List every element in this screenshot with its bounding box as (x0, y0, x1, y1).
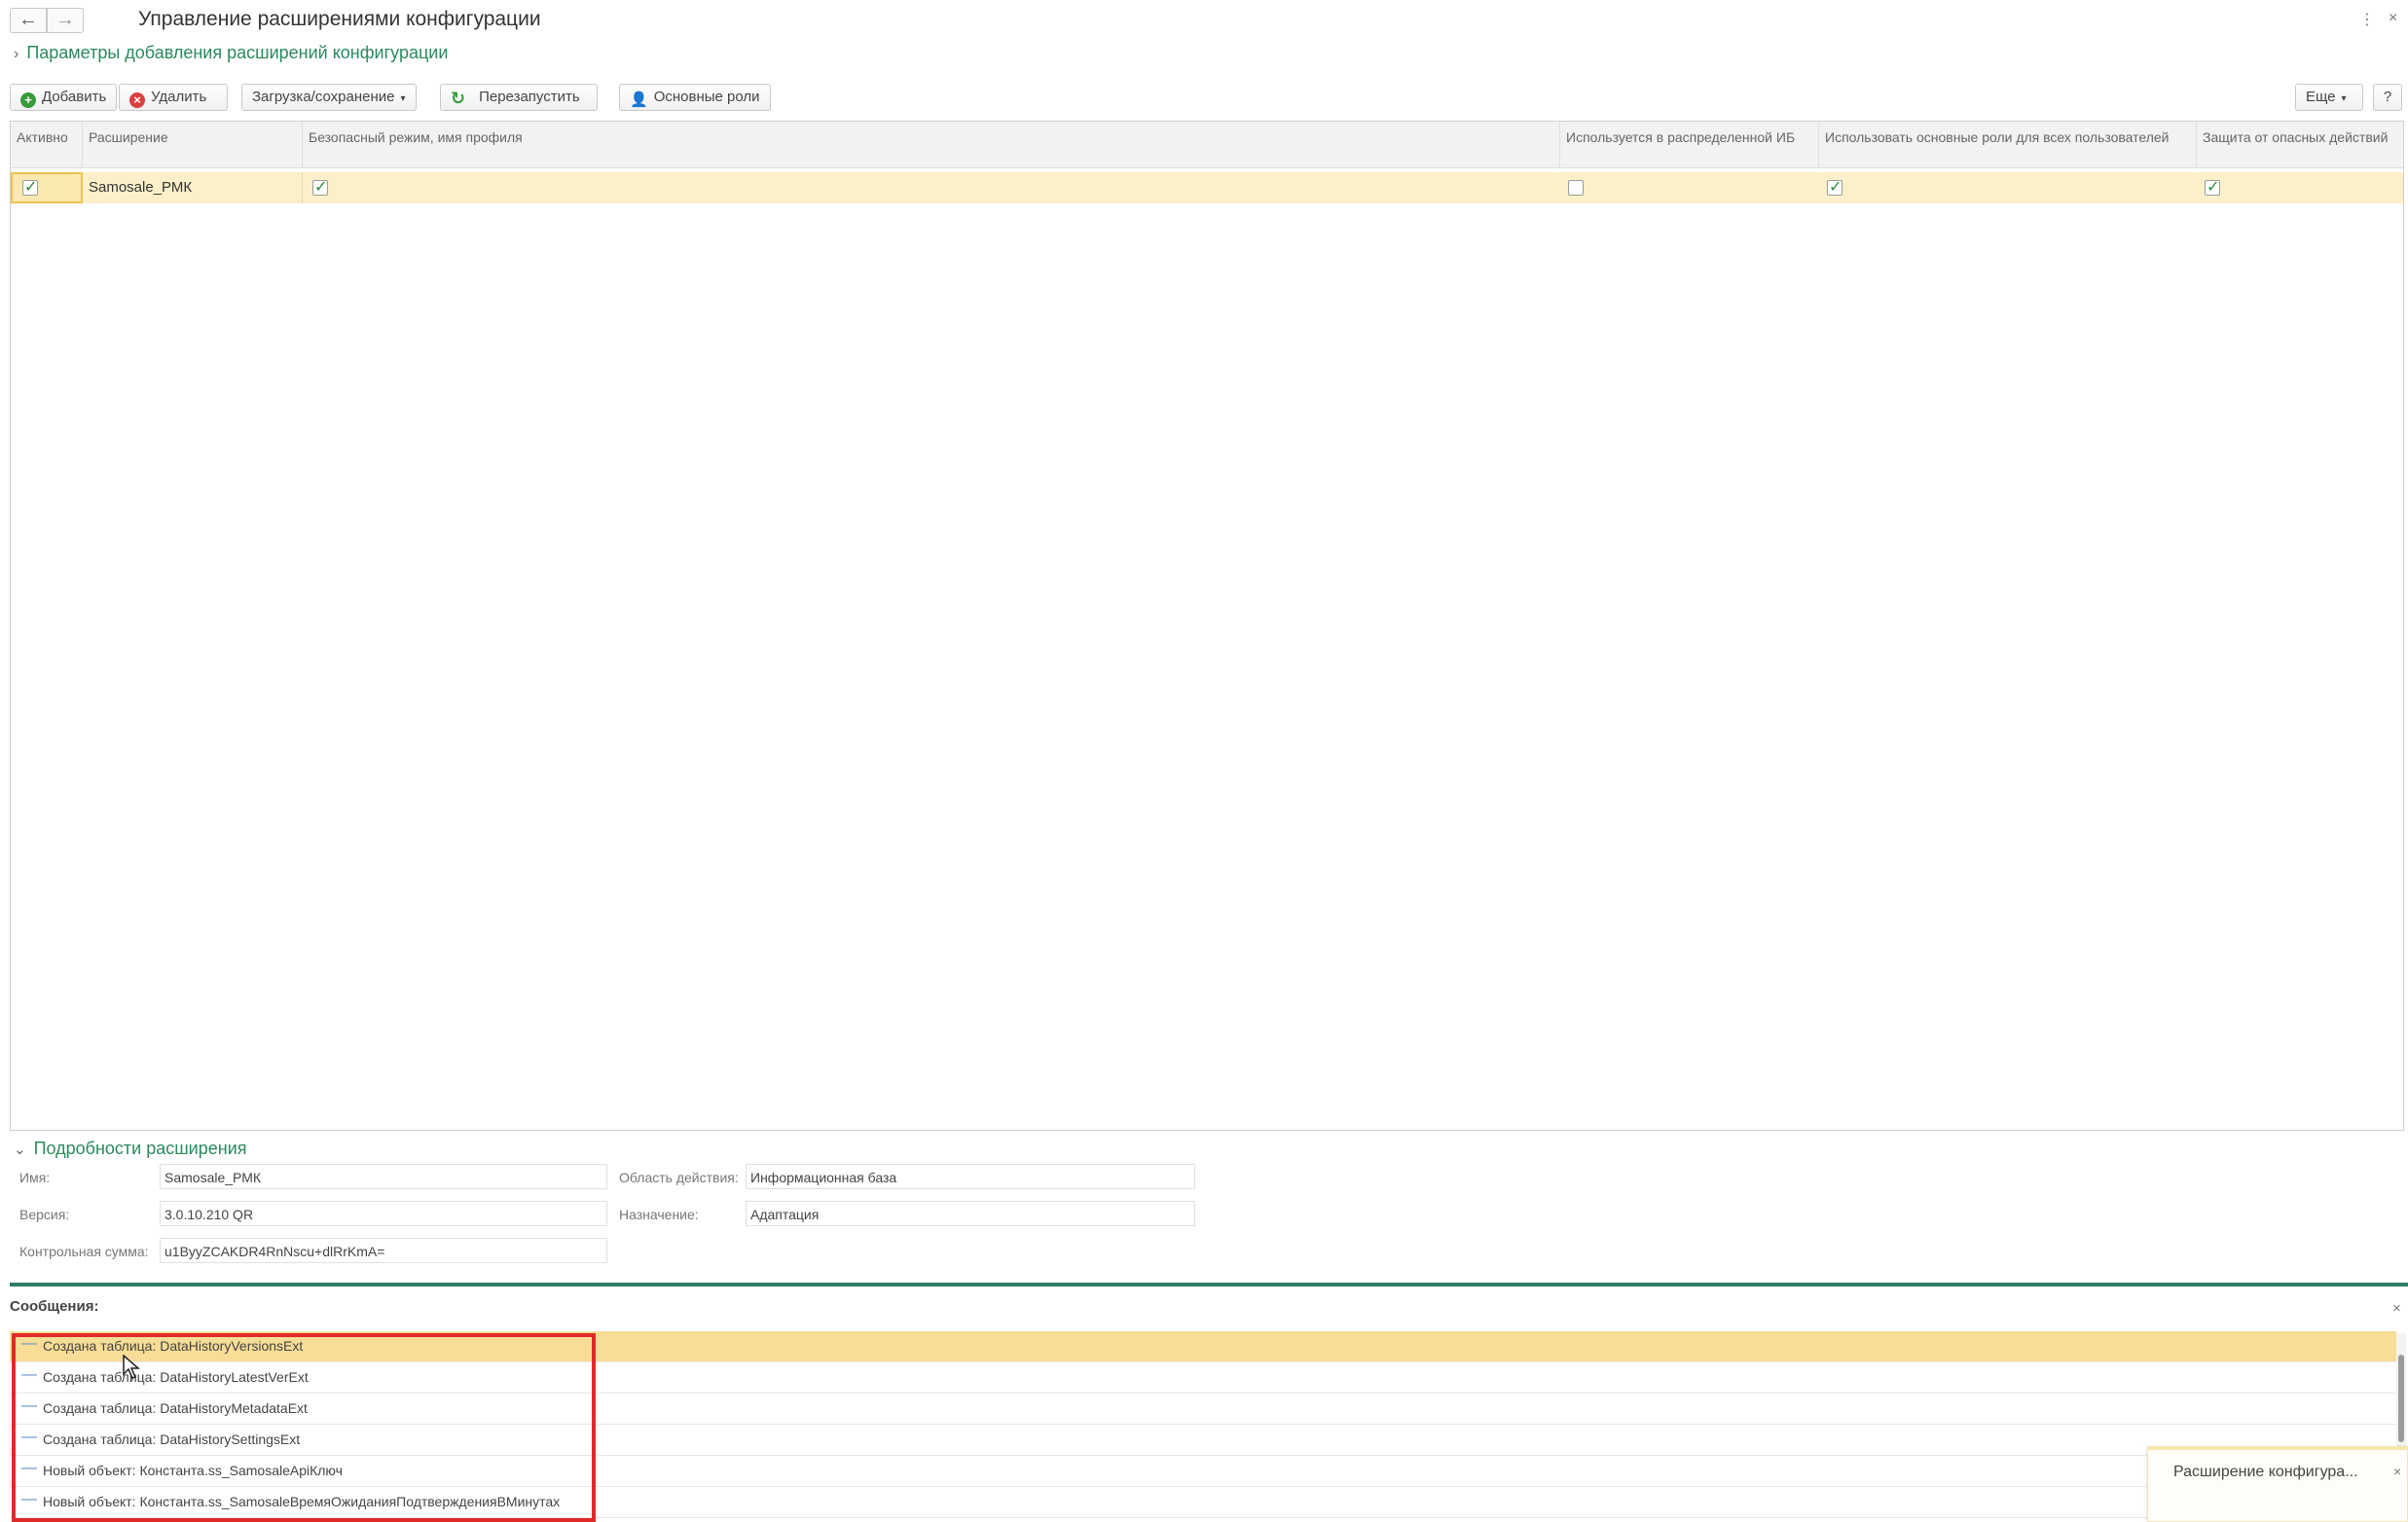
more-menu-icon[interactable]: ⋮ (2359, 10, 2375, 29)
restart-label: Перезапустить (479, 89, 580, 105)
version-label: Версия: (19, 1207, 70, 1222)
distributed-checkbox[interactable] (1568, 180, 1584, 196)
close-messages-icon[interactable]: × (2392, 1300, 2401, 1317)
chevron-right-icon: › (14, 46, 19, 62)
name-label: Имя: (19, 1170, 51, 1185)
notification-toast[interactable]: Расширение конфигура... × (2147, 1446, 2408, 1522)
column-header-distributed[interactable]: Используется в распределенной ИБ (1560, 122, 1819, 168)
back-button[interactable]: ← (10, 8, 47, 33)
chevron-down-icon: ⌄ (14, 1142, 26, 1158)
delete-icon: × (129, 92, 145, 108)
purpose-field[interactable]: Адаптация (746, 1201, 1195, 1226)
annotation-highlight-box (12, 1333, 596, 1522)
active-checkbox[interactable] (22, 177, 38, 197)
toast-text: Расширение конфигура... (2173, 1464, 2358, 1480)
checksum-label: Контрольная сумма: (19, 1244, 149, 1259)
forward-button[interactable]: → (47, 8, 84, 33)
version-field[interactable]: 3.0.10.210 QR (160, 1201, 607, 1226)
column-header-active[interactable]: Активно (11, 122, 83, 168)
messages-title: Сообщения: (10, 1298, 99, 1315)
messages-scrollbar-thumb[interactable] (2398, 1355, 2404, 1442)
main-roles-checkbox[interactable] (1827, 177, 1842, 197)
column-header-safe-mode[interactable]: Безопасный режим, имя профиля (303, 122, 1560, 168)
column-header-extension[interactable]: Расширение (83, 122, 303, 168)
scope-label: Область действия: (619, 1170, 739, 1185)
extension-name-cell[interactable]: Samosale_РМК (83, 172, 303, 203)
title-bar: ← → Управление расширениями конфигурации… (0, 0, 2408, 43)
restart-button[interactable]: ↻ Перезапустить (440, 84, 598, 111)
purpose-label: Назначение: (619, 1207, 699, 1222)
dropdown-arrow-icon: ▾ (400, 93, 406, 104)
table-row[interactable]: Samosale_РМК (11, 172, 2403, 203)
more-label: Еще (2306, 89, 2336, 105)
protection-checkbox[interactable] (2205, 177, 2220, 197)
window-title: Управление расширениями конфигурации (138, 8, 541, 30)
details-title: Подробности расширения (33, 1139, 247, 1158)
name-field[interactable]: Samosale_РМК (160, 1164, 607, 1189)
close-toast-icon[interactable]: × (2393, 1464, 2401, 1479)
panel-splitter[interactable] (10, 1283, 2408, 1286)
help-button[interactable]: ? (2373, 84, 2402, 111)
table-header: Активно Расширение Безопасный режим, имя… (11, 122, 2403, 168)
extensions-table: Активно Расширение Безопасный режим, имя… (10, 121, 2404, 1131)
roles-label: Основные роли (653, 89, 760, 105)
delete-button[interactable]: × Удалить (119, 84, 228, 111)
arrow-left-icon: ← (18, 9, 38, 30)
checksum-field[interactable]: u1ByyZCAKDR4RnNscu+dlRrKmA= (160, 1238, 607, 1263)
plus-icon: + (20, 92, 36, 108)
close-window-icon[interactable]: × (2389, 10, 2397, 27)
main-roles-button[interactable]: 👤 Основные роли (619, 84, 771, 111)
arrow-right-icon: → (55, 9, 75, 30)
column-header-main-roles[interactable]: Использовать основные роли для всех поль… (1819, 122, 2197, 168)
params-section-toggle[interactable]: › Параметры добавления расширений конфигу… (14, 43, 448, 63)
load-save-label: Загрузка/сохранение (252, 89, 395, 105)
details-section-toggle[interactable]: ⌄ Подробности расширения (14, 1139, 247, 1159)
toolbar: + Добавить × Удалить Загрузка/сохранение ▾ … (10, 84, 2402, 113)
user-icon: 👤 (630, 91, 648, 108)
scope-field[interactable]: Информационная база (746, 1164, 1195, 1189)
params-link-label: Параметры добавления расширений конфигур… (26, 43, 449, 62)
dropdown-arrow-icon: ▾ (2341, 93, 2347, 104)
more-button[interactable]: Еще ▾ (2295, 84, 2363, 111)
safe-mode-checkbox[interactable] (312, 177, 328, 197)
column-header-protection[interactable]: Защита от опасных действий (2197, 122, 2405, 168)
mouse-cursor-icon (123, 1355, 140, 1379)
refresh-icon: ↻ (451, 89, 466, 108)
add-button[interactable]: + Добавить (10, 84, 117, 111)
add-label: Добавить (42, 89, 107, 105)
load-save-button[interactable]: Загрузка/сохранение ▾ (241, 84, 417, 111)
delete-label: Удалить (151, 89, 207, 105)
